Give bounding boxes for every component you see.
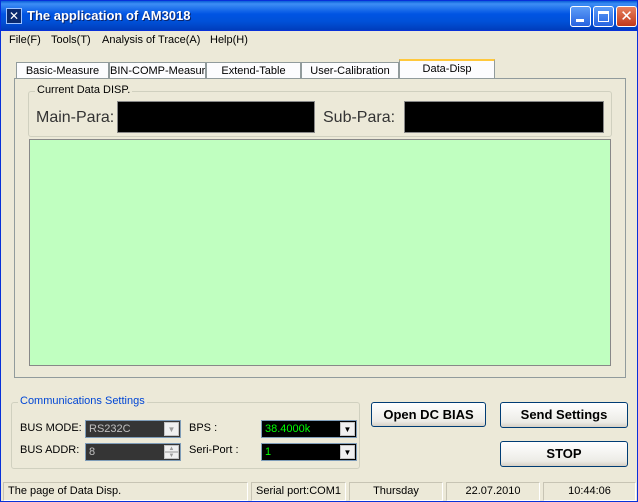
close-button[interactable]: ✕ <box>616 6 637 27</box>
main-para-label: Main-Para: <box>36 109 115 126</box>
tab-basic-measure[interactable]: Basic-Measure <box>16 62 109 79</box>
window-title: The application of AM3018 <box>27 8 191 23</box>
tab-extend-table[interactable]: Extend-Table <box>206 62 301 79</box>
status-bar: The page of Data Disp. Serial port:COM1 … <box>1 480 637 501</box>
stop-button[interactable]: STOP <box>500 441 628 467</box>
communications-group: Communications Settings BUS MODE: RS232C… <box>11 395 360 469</box>
seri-port-label: Seri-Port : <box>189 444 239 456</box>
close-icon: ✕ <box>620 7 633 25</box>
main-para-display <box>117 101 315 133</box>
chevron-down-icon: ▼ <box>340 422 355 436</box>
bus-addr-value: 8 <box>89 446 96 458</box>
title-bar[interactable]: ✕ The application of AM3018 ✕ <box>1 1 637 31</box>
sub-para-label: Sub-Para: <box>323 109 396 126</box>
tab-data-disp[interactable]: Data-Disp <box>399 59 495 79</box>
app-window: ✕ The application of AM3018 ✕ File(F) To… <box>0 0 638 502</box>
sub-para-display <box>404 101 604 133</box>
bus-addr-stepper[interactable]: 8 ▲ ▼ <box>85 443 181 461</box>
status-day: Thursday <box>349 482 443 501</box>
chevron-down-icon: ▼ <box>340 445 355 459</box>
status-page: The page of Data Disp. <box>3 482 248 501</box>
bus-mode-value: RS232C <box>89 423 131 435</box>
menu-help[interactable]: Help(H) <box>210 34 248 46</box>
status-date: 22.07.2010 <box>446 482 540 501</box>
seri-port-value: 1 <box>265 446 272 458</box>
chevron-down-icon: ▼ <box>164 422 179 436</box>
menu-tools[interactable]: Tools(T) <box>51 34 91 46</box>
tab-bin-comp-measure[interactable]: BIN-COMP-Measure <box>109 62 206 79</box>
bus-mode-select[interactable]: RS232C ▼ <box>85 420 181 438</box>
menu-file[interactable]: File(F) <box>9 34 41 46</box>
data-display-area <box>29 139 611 366</box>
stepper-up-icon: ▲ <box>164 445 179 452</box>
app-icon: ✕ <box>6 8 22 24</box>
menu-analysis[interactable]: Analysis of Trace(A) <box>102 34 200 46</box>
tab-user-calibration[interactable]: User-Calibration <box>301 62 399 79</box>
maximize-button[interactable] <box>593 6 614 27</box>
bps-select[interactable]: 38.4000k ▼ <box>261 420 357 438</box>
menu-bar: File(F) Tools(T) Analysis of Trace(A) He… <box>1 31 637 51</box>
bps-value: 38.4000k <box>265 423 311 435</box>
seri-port-select[interactable]: 1 ▼ <box>261 443 357 461</box>
current-data-group: Current Data DISP. Main-Para: Sub-Para: <box>28 84 612 137</box>
stepper-down-icon: ▼ <box>164 452 179 459</box>
tab-panel: Current Data DISP. Main-Para: Sub-Para: <box>14 78 626 378</box>
open-dc-bias-button[interactable]: Open DC BIAS <box>371 402 486 427</box>
minimize-icon <box>576 19 584 22</box>
maximize-icon <box>598 11 609 22</box>
status-time: 10:44:06 <box>543 482 636 501</box>
communications-title: Communications Settings <box>18 395 147 407</box>
bus-mode-label: BUS MODE: <box>20 422 82 434</box>
minimize-button[interactable] <box>570 6 591 27</box>
bus-addr-label: BUS ADDR: <box>20 444 80 456</box>
bps-label: BPS : <box>189 422 218 434</box>
current-data-title: Current Data DISP. <box>35 84 133 96</box>
send-settings-button[interactable]: Send Settings <box>500 402 628 428</box>
status-serial-port: Serial port:COM1 <box>251 482 346 501</box>
